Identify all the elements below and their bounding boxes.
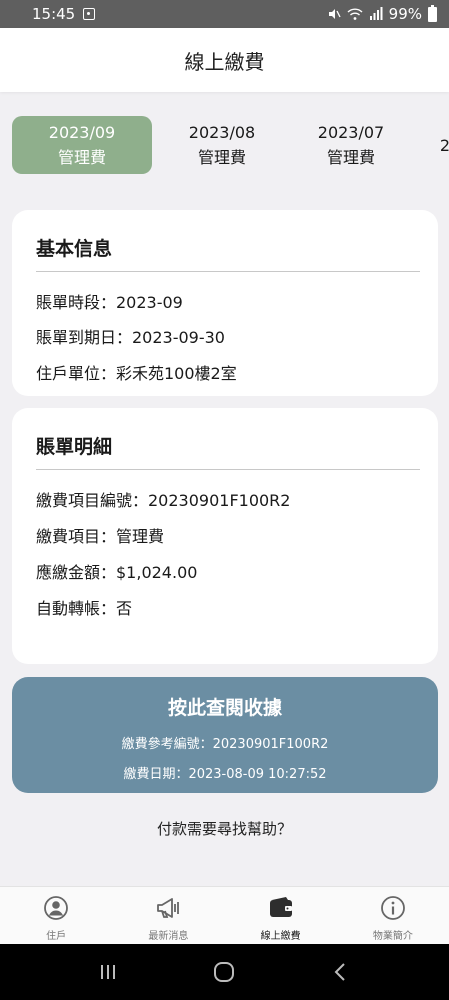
- amount-due: 應繳金額：$1,024.00: [36, 563, 198, 582]
- nav-label: 物業簡介: [372, 931, 413, 942]
- nav-item-resident[interactable]: 住戶: [0, 887, 112, 944]
- due-date: 賬單到期日：2023-09-30: [36, 328, 225, 347]
- megaphone-icon: [157, 898, 180, 918]
- payment-reference: 繳費參考編號：20230901F100R2: [121, 737, 329, 752]
- app-header: 線上繳費: [0, 28, 449, 92]
- period-type: 管理費: [197, 148, 246, 167]
- item-number: 繳費項目編號：20230901F100R2: [36, 491, 291, 510]
- unit-address: 住戶單位：彩禾苑100樓2室: [36, 364, 237, 383]
- period-tab-2023-09[interactable]: 2023/09 管理費: [12, 116, 152, 174]
- receipt-button-label: 按此查閱收據: [167, 697, 282, 719]
- period-month: 2: [439, 135, 449, 155]
- payment-help-link[interactable]: 付款需要尋找幫助？: [0, 818, 449, 839]
- home-icon[interactable]: [212, 960, 236, 984]
- nav-label: 線上繳費: [260, 931, 301, 942]
- period-month: 2023/08: [188, 123, 256, 142]
- nav-item-online-payment[interactable]: 線上繳費: [225, 887, 337, 944]
- mute-icon: [328, 9, 341, 19]
- nav-label: 住戶: [46, 931, 67, 942]
- period-month: 2023/09: [48, 123, 116, 142]
- divider: [36, 469, 420, 470]
- wifi-icon: [347, 8, 363, 20]
- info-icon: [380, 896, 405, 920]
- notification-icon: [83, 8, 96, 20]
- period-type: 管理費: [326, 148, 375, 167]
- status-time: 15:45: [32, 5, 76, 23]
- back-icon[interactable]: [329, 960, 353, 984]
- battery-icon: [428, 4, 437, 22]
- system-nav-bar: [0, 944, 449, 1000]
- nav-item-property-info[interactable]: 物業簡介: [337, 887, 449, 944]
- page-title: 線上繳費: [184, 49, 265, 74]
- nav-label: 最新消息: [148, 931, 189, 942]
- billing-period: 賬單時段：2023-09: [36, 293, 183, 312]
- divider: [36, 271, 420, 272]
- signal-icon: [369, 7, 383, 20]
- status-right: 99%: [327, 4, 437, 23]
- basic-info-card: 基本信息 賬單時段：2023-09 賬單到期日：2023-09-30 住戶單位：…: [12, 210, 438, 396]
- battery-percent: 99%: [388, 5, 422, 23]
- payment-date: 繳費日期：2023-08-09 10:27:52: [123, 767, 327, 782]
- basic-info-title: 基本信息: [36, 238, 113, 260]
- period-type: 管理費: [57, 148, 106, 167]
- nav-item-news[interactable]: 最新消息: [112, 887, 224, 944]
- bill-detail-title: 賬單明細: [36, 436, 113, 458]
- bill-detail-card: 賬單明細 繳費項目編號：20230901F100R2 繳費項目：管理費 應繳金額…: [12, 408, 438, 664]
- bottom-nav: 住戶 最新消息 線上繳費 物業簡介: [0, 886, 449, 944]
- period-tabs[interactable]: 2023/09 管理費 2023/08 管理費 2023/07 管理費 2: [0, 116, 449, 174]
- recent-apps-icon[interactable]: [96, 960, 120, 984]
- auto-transfer: 自動轉帳：否: [36, 599, 133, 618]
- view-receipt-button[interactable]: 按此查閱收據 繳費參考編號：20230901F100R2 繳費日期：2023-0…: [12, 677, 438, 793]
- user-circle-icon: [44, 896, 69, 920]
- item-name: 繳費項目：管理費: [36, 527, 165, 546]
- period-tab-2023-08[interactable]: 2023/08 管理費: [152, 116, 292, 174]
- status-bar: 15:45 99%: [0, 0, 449, 28]
- period-tab-partial[interactable]: 2: [375, 116, 449, 174]
- wallet-icon: [269, 897, 292, 917]
